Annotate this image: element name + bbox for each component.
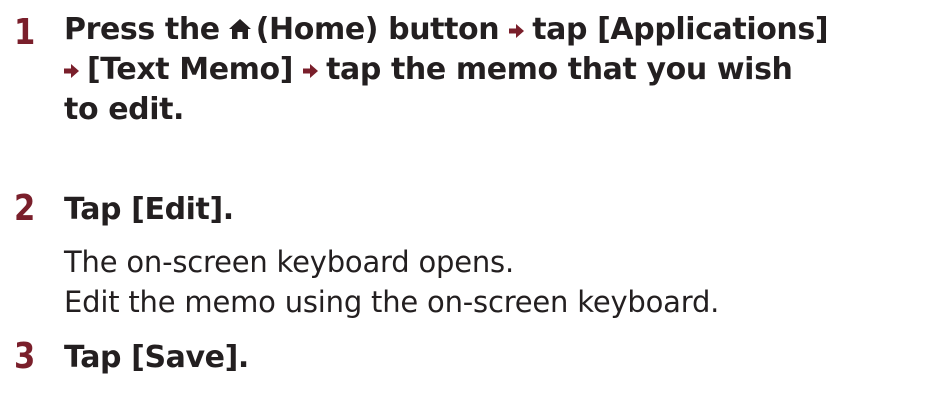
step-text: tap [Applications]: [532, 12, 829, 47]
step-body-line: The on-screen keyboard opens.: [64, 245, 514, 279]
step-heading: Press the (Home) button tap [Applications]…: [64, 10, 948, 130]
arrow-right-icon: [303, 63, 319, 79]
step-text: to edit.: [64, 92, 185, 127]
arrow-right-icon: [509, 23, 525, 39]
step-heading: Tap [Edit].: [64, 192, 234, 227]
step-heading: Tap [Save].: [64, 340, 249, 375]
step-number: 2: [14, 188, 36, 229]
step-number: 1: [14, 12, 36, 53]
step-body-line: Edit the memo using the on-screen keyboa…: [64, 285, 720, 319]
step-text: [Text Memo]: [87, 52, 294, 87]
step-text: (Home) button: [255, 12, 500, 47]
instruction-steps: 1 Press the (Home) button tap [Application…: [0, 0, 948, 378]
step-2: 2 Tap [Edit]. The on-screen keyboard ope…: [0, 156, 948, 322]
step-text: tap the memo that you wish: [326, 52, 793, 87]
arrow-right-icon: [64, 63, 79, 79]
step-3: 3 Tap [Save].: [0, 322, 948, 378]
home-icon: [228, 18, 252, 40]
step-1: 1 Press the (Home) button tap [Application…: [0, 0, 948, 156]
step-text: Press the: [64, 12, 220, 47]
step-number: 3: [14, 336, 36, 377]
